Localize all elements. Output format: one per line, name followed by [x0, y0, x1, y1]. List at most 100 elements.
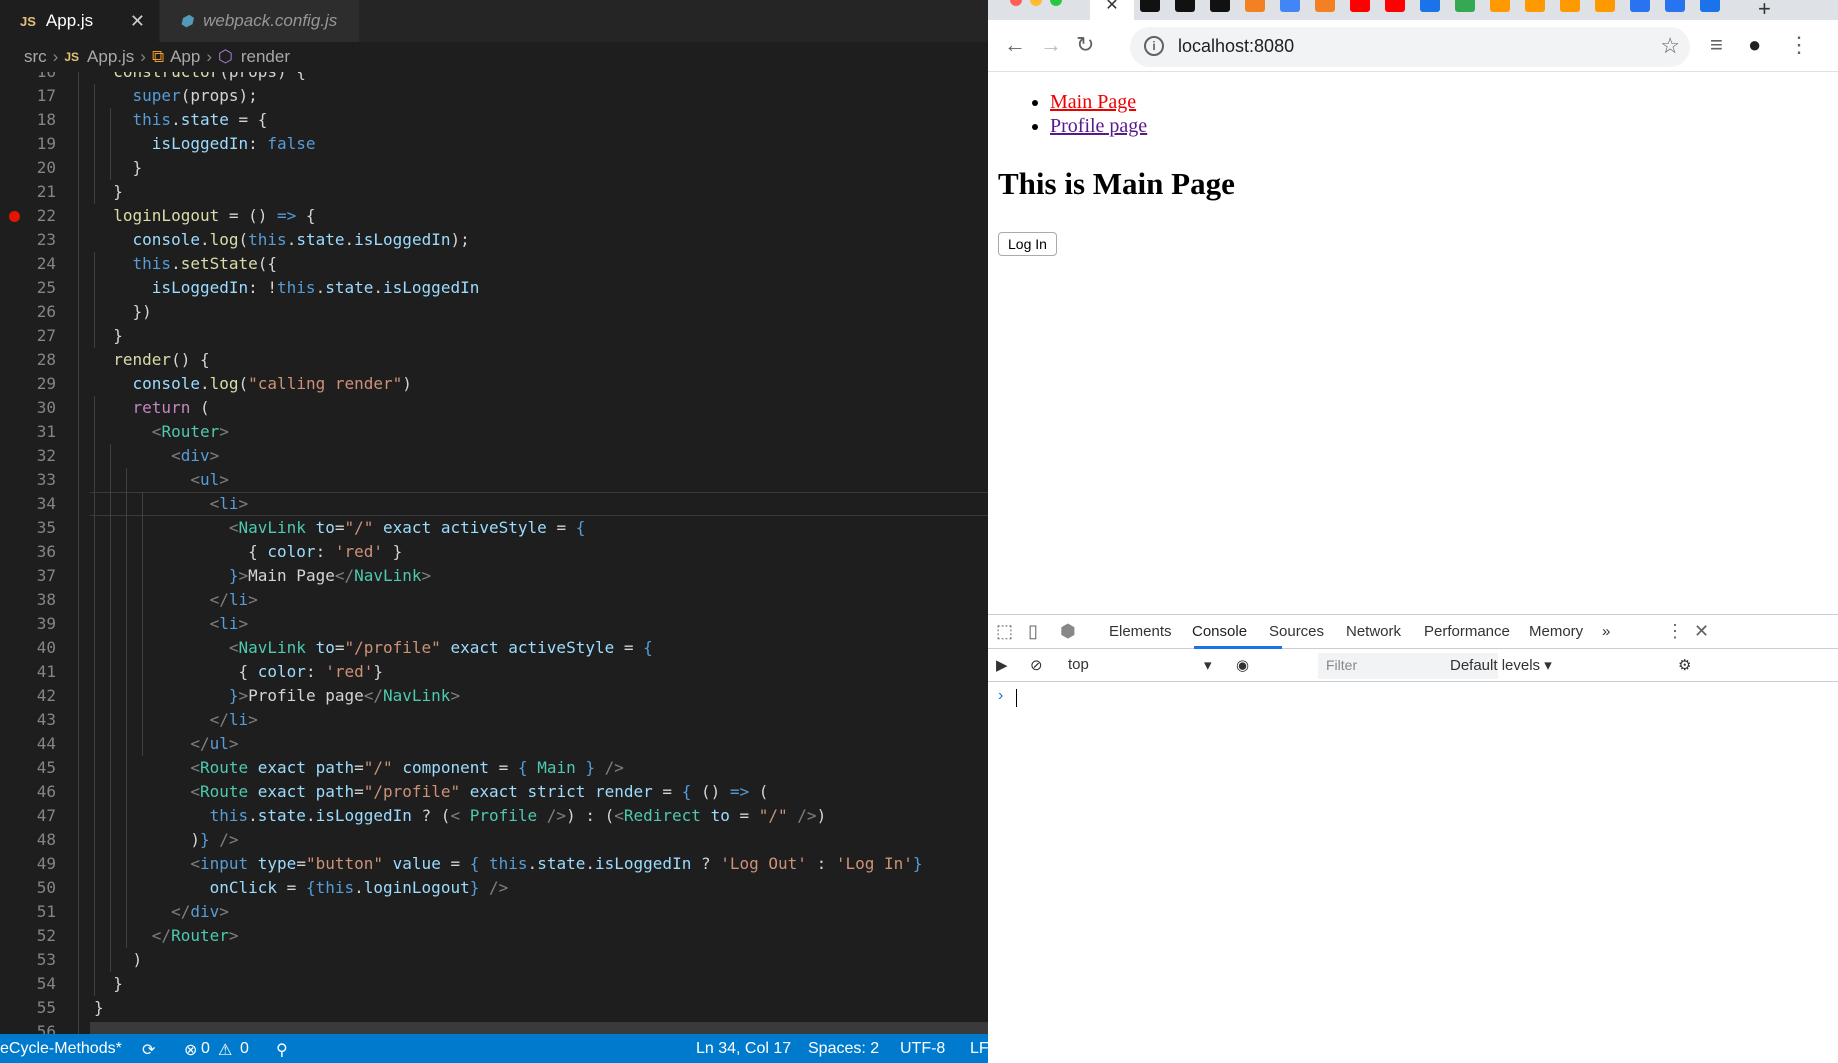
cursor-position[interactable]: Ln 34, Col 17 — [696, 1040, 791, 1058]
log-levels-select[interactable]: Default levels ▾ — [1450, 656, 1552, 674]
encoding[interactable]: UTF-8 — [900, 1040, 945, 1058]
profile-page-link[interactable]: Profile page — [1050, 115, 1147, 137]
code-line[interactable]: 38 </li> — [0, 588, 988, 612]
clear-console-icon[interactable]: ⊘ — [1030, 656, 1043, 674]
breadcrumb-item[interactable]: render — [241, 47, 290, 67]
flipkart-favicon[interactable] — [1665, 0, 1685, 12]
tab-app-js[interactable]: JS App.js ✕ — [0, 0, 160, 42]
menu-kebab-icon[interactable]: ⋮ — [1788, 32, 1810, 58]
inspect-element-icon[interactable]: ⬚ — [996, 621, 1013, 642]
code-line[interactable]: 19 isLoggedIn: false — [0, 132, 988, 156]
code-line[interactable]: 41 { color: 'red'} — [0, 660, 988, 684]
devtools-menu-icon[interactable]: ⋮ — [1666, 621, 1684, 642]
tab-sources[interactable]: Sources — [1269, 623, 1324, 640]
youtube-favicon[interactable] — [1385, 0, 1405, 12]
code-line[interactable]: 22 loginLogout = () => { — [0, 204, 988, 228]
settings-gear-icon[interactable]: ⚙ — [1678, 656, 1691, 674]
breadcrumb-item[interactable]: App — [170, 47, 200, 67]
device-toolbar-icon[interactable]: ▯ — [1028, 621, 1038, 642]
app-favicon[interactable] — [1455, 0, 1475, 12]
code-line[interactable]: 53 ) — [0, 948, 988, 972]
code-line[interactable]: 48 )} /> — [0, 828, 988, 852]
code-line[interactable]: 40 <NavLink to = "/profile" exact activeSt… — [0, 636, 988, 660]
code-line[interactable]: 31 <Router> — [0, 420, 988, 444]
log-in-button[interactable]: Log In — [998, 232, 1057, 256]
live-share-icon[interactable]: ⚲ — [276, 1040, 288, 1060]
shield-favicon[interactable] — [1700, 0, 1720, 12]
amazon-favicon[interactable] — [1595, 0, 1615, 12]
horizontal-scrollbar[interactable] — [90, 1022, 988, 1034]
code-editor[interactable]: 16 constructor(props) {17 super(props);1… — [0, 72, 988, 1034]
more-tabs-icon[interactable]: » — [1602, 623, 1610, 640]
console-output[interactable]: › — [988, 683, 1838, 1063]
reload-icon[interactable]: ↻ — [1076, 32, 1094, 58]
maximize-window-icon[interactable] — [1050, 0, 1062, 6]
medium-favicon[interactable] — [1175, 0, 1195, 12]
code-line[interactable]: 47 this.state.isLoggedIn ? (< Profile />… — [0, 804, 988, 828]
close-devtools-icon[interactable]: ✕ — [1694, 621, 1709, 642]
code-line[interactable]: 33 <ul> — [0, 468, 988, 492]
tab-elements[interactable]: Elements — [1109, 623, 1172, 640]
code-line[interactable]: 43 </li> — [0, 708, 988, 732]
git-branch[interactable]: eCycle-Methods* — [0, 1040, 122, 1058]
code-line[interactable]: 26 }) — [0, 300, 988, 324]
error-icon[interactable]: ⊗ — [184, 1040, 197, 1060]
forward-icon[interactable]: → — [1040, 32, 1062, 58]
code-line[interactable]: 20 } — [0, 156, 988, 180]
code-line[interactable]: 46 <Route exact path="/profile" exact st… — [0, 780, 988, 804]
code-line[interactable]: 36 { color: 'red' } — [0, 540, 988, 564]
shield-favicon[interactable] — [1420, 0, 1440, 12]
browser-tab-active[interactable]: ✕ — [1090, 0, 1134, 20]
code-line[interactable]: 17 super(props); — [0, 84, 988, 108]
code-line[interactable]: 23 console.log(this.state.isLoggedIn); — [0, 228, 988, 252]
code-line[interactable]: 51 </div> — [0, 900, 988, 924]
code-line[interactable]: 16 constructor(props) { — [0, 72, 988, 84]
tab-performance[interactable]: Performance — [1424, 623, 1510, 640]
back-icon[interactable]: ← — [1004, 32, 1026, 58]
main-page-link[interactable]: Main Page — [1050, 91, 1136, 113]
code-line[interactable]: 54 } — [0, 972, 988, 996]
code-line[interactable]: 37 }>Main Page</NavLink> — [0, 564, 988, 588]
new-tab-icon[interactable]: + — [1758, 0, 1771, 20]
sync-icon[interactable]: ⟳ — [142, 1040, 155, 1060]
extension-icon[interactable]: ⬢ — [1060, 621, 1076, 642]
warning-icon[interactable]: ⚠ — [218, 1040, 232, 1060]
sidebar-toggle-icon[interactable]: ▶ — [996, 656, 1008, 674]
tab-memory[interactable]: Memory — [1529, 623, 1583, 640]
code-line[interactable]: 35 <NavLink to="/" exact activeStyle = { — [0, 516, 988, 540]
medium-favicon[interactable] — [1140, 0, 1160, 12]
code-line[interactable]: 30 return ( — [0, 396, 988, 420]
amazon-favicon[interactable] — [1560, 0, 1580, 12]
code-line[interactable]: 25 isLoggedIn: !this.state.isLoggedIn — [0, 276, 988, 300]
code-line[interactable]: 39 <li> — [0, 612, 988, 636]
code-line[interactable]: 21 } — [0, 180, 988, 204]
code-line[interactable]: 45 <Route exact path="/" component = { M… — [0, 756, 988, 780]
tab-webpack-config[interactable]: ⬢ webpack.config.js — [160, 0, 360, 42]
code-line[interactable]: 32 <div> — [0, 444, 988, 468]
chevron-down-icon[interactable]: ▾ — [1204, 656, 1212, 674]
address-bar[interactable]: i localhost:8080 ☆ — [1130, 27, 1690, 67]
media-control-icon[interactable]: ≡ — [1710, 32, 1723, 58]
code-line[interactable]: 55} — [0, 996, 988, 1020]
code-line[interactable]: 27 } — [0, 324, 988, 348]
youtube-favicon[interactable] — [1350, 0, 1370, 12]
code-line[interactable]: 49 <input type="button" value = { this.s… — [0, 852, 988, 876]
code-line[interactable]: 18 this.state = { — [0, 108, 988, 132]
stackoverflow-favicon[interactable] — [1315, 0, 1335, 12]
minimize-window-icon[interactable] — [1030, 0, 1042, 6]
close-icon[interactable]: ✕ — [130, 11, 145, 32]
profile-avatar-icon[interactable]: ● — [1748, 32, 1761, 58]
tab-console[interactable]: Console — [1192, 623, 1247, 640]
code-line[interactable]: 29 console.log("calling render") — [0, 372, 988, 396]
code-line[interactable]: 50 onClick = {this.loginLogout} /> — [0, 876, 988, 900]
eye-icon[interactable]: ◉ — [1236, 656, 1249, 674]
code-line[interactable]: 44 </ul> — [0, 732, 988, 756]
breadcrumb-item[interactable]: App.js — [87, 47, 134, 67]
tab-network[interactable]: Network — [1346, 623, 1401, 640]
code-line[interactable]: 34 <li> — [0, 492, 988, 516]
close-window-icon[interactable] — [1010, 0, 1022, 6]
amazon-favicon[interactable] — [1525, 0, 1545, 12]
code-line[interactable]: 52 </Router> — [0, 924, 988, 948]
breadcrumb-item[interactable]: src — [24, 47, 47, 67]
indentation[interactable]: Spaces: 2 — [808, 1040, 879, 1058]
